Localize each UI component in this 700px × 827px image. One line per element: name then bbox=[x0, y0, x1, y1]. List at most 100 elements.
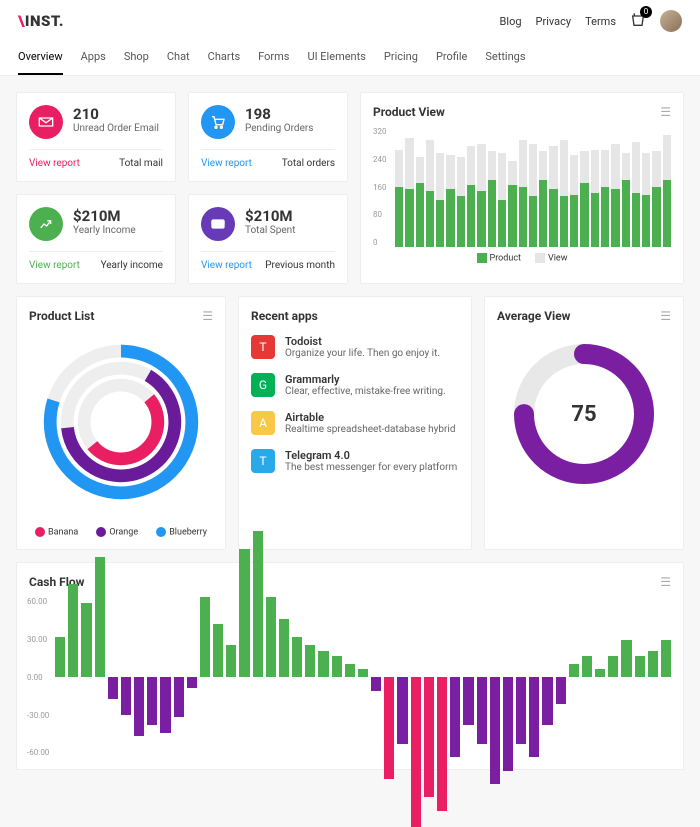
cash-bar bbox=[147, 597, 157, 757]
stat-card-pending-orders: 198Pending Orders View reportTotal order… bbox=[188, 92, 348, 182]
app-item[interactable]: A Airtable Realtime spreadsheet-database… bbox=[251, 411, 459, 435]
cash-bar bbox=[81, 597, 91, 757]
cash-bar bbox=[569, 597, 579, 757]
bar bbox=[477, 127, 485, 247]
app-item[interactable]: T Todoist Organize your life. Then go en… bbox=[251, 335, 459, 359]
bar bbox=[508, 127, 516, 247]
chart-up-icon bbox=[29, 207, 63, 241]
bar bbox=[560, 127, 568, 247]
app-icon: T bbox=[251, 335, 275, 359]
nav-blog[interactable]: Blog bbox=[500, 15, 522, 28]
card-menu-icon[interactable]: ☰ bbox=[660, 105, 671, 119]
card-menu-icon[interactable]: ☰ bbox=[202, 309, 213, 323]
tab-overview[interactable]: Overview bbox=[18, 42, 63, 75]
cash-bar bbox=[477, 597, 487, 757]
view-report-link[interactable]: View report bbox=[29, 158, 80, 169]
cash-bar bbox=[55, 597, 65, 757]
bar bbox=[457, 127, 465, 247]
app-item[interactable]: G Grammarly Clear, effective, mistake-fr… bbox=[251, 373, 459, 397]
cash-bar bbox=[582, 597, 592, 757]
cash-bar bbox=[187, 597, 197, 757]
cash-bar bbox=[279, 597, 289, 757]
product-list-card: Product List☰ Banana Orange Blueberry bbox=[16, 296, 226, 550]
cash-bar bbox=[239, 597, 249, 757]
donut-chart bbox=[36, 337, 206, 507]
cash-bar bbox=[490, 597, 500, 757]
bar bbox=[426, 127, 434, 247]
app-name: Todoist bbox=[285, 335, 440, 348]
cash-bar bbox=[200, 597, 210, 757]
cash-bar bbox=[305, 597, 315, 757]
cash-flow-card: Cash Flow☰ 60.0030.000.00-30.00-60.00 bbox=[16, 562, 684, 770]
bar bbox=[395, 127, 403, 247]
logo[interactable]: \INST. bbox=[18, 12, 64, 30]
cash-bar bbox=[608, 597, 618, 757]
card-menu-icon[interactable]: ☰ bbox=[660, 309, 671, 323]
bar bbox=[632, 127, 640, 247]
view-report-link[interactable]: View report bbox=[201, 260, 252, 271]
bar bbox=[539, 127, 547, 247]
view-report-link[interactable]: View report bbox=[29, 260, 80, 271]
stat-card-total-spent: $210MTotal Spent View reportPrevious mon… bbox=[188, 194, 348, 284]
bar bbox=[436, 127, 444, 247]
stat-card-yearly-income: $210MYearly Income View reportYearly inc… bbox=[16, 194, 176, 284]
cash-bar bbox=[371, 597, 381, 757]
app-icon: G bbox=[251, 373, 275, 397]
tab-forms[interactable]: Forms bbox=[258, 42, 289, 75]
cash-bar bbox=[318, 597, 328, 757]
view-report-link[interactable]: View report bbox=[201, 158, 252, 169]
card-menu-icon[interactable]: ☰ bbox=[660, 575, 671, 589]
bar bbox=[405, 127, 413, 247]
credit-card-icon bbox=[201, 207, 235, 241]
tab-shop[interactable]: Shop bbox=[124, 42, 149, 75]
bar bbox=[488, 127, 496, 247]
tab-profile[interactable]: Profile bbox=[436, 42, 467, 75]
bar bbox=[622, 127, 630, 247]
cash-bar bbox=[542, 597, 552, 757]
cash-bar bbox=[253, 597, 263, 757]
cash-bar bbox=[134, 597, 144, 757]
bar bbox=[519, 127, 527, 247]
app-item[interactable]: T Telegram 4.0 The best messenger for ev… bbox=[251, 449, 459, 473]
bar bbox=[601, 127, 609, 247]
cash-bar bbox=[437, 597, 447, 757]
tab-pricing[interactable]: Pricing bbox=[384, 42, 418, 75]
cash-bar bbox=[121, 597, 131, 757]
bar bbox=[642, 127, 650, 247]
cash-bar bbox=[635, 597, 645, 757]
cart-badge: 0 bbox=[640, 6, 652, 18]
cash-bar bbox=[411, 597, 421, 757]
bar bbox=[498, 127, 506, 247]
cash-bar bbox=[503, 597, 513, 757]
cart-circle-icon bbox=[201, 105, 235, 139]
cart-icon[interactable]: 0 bbox=[630, 12, 646, 31]
cash-bar bbox=[450, 597, 460, 757]
nav-terms[interactable]: Terms bbox=[585, 15, 616, 28]
cash-bar bbox=[213, 597, 223, 757]
tab-ui-elements[interactable]: UI Elements bbox=[307, 42, 365, 75]
bar bbox=[549, 127, 557, 247]
bar bbox=[446, 127, 454, 247]
app-icon: T bbox=[251, 449, 275, 473]
bar bbox=[663, 127, 671, 247]
tab-chat[interactable]: Chat bbox=[167, 42, 190, 75]
avatar[interactable] bbox=[660, 10, 682, 32]
bar bbox=[416, 127, 424, 247]
cash-bar bbox=[358, 597, 368, 757]
nav-privacy[interactable]: Privacy bbox=[536, 15, 572, 28]
product-view-card: Product View ☰ 320240160800 Product View bbox=[360, 92, 684, 284]
tab-charts[interactable]: Charts bbox=[208, 42, 240, 75]
bar bbox=[611, 127, 619, 247]
mail-icon bbox=[29, 105, 63, 139]
cash-bar bbox=[266, 597, 276, 757]
cash-bar bbox=[397, 597, 407, 757]
cash-bar bbox=[226, 597, 236, 757]
app-name: Grammarly bbox=[285, 373, 446, 386]
cash-bar bbox=[621, 597, 631, 757]
tab-settings[interactable]: Settings bbox=[485, 42, 525, 75]
card-title: Product View bbox=[373, 105, 445, 119]
recent-apps-card: Recent apps T Todoist Organize your life… bbox=[238, 296, 472, 550]
app-desc: Organize your life. Then go enjoy it. bbox=[285, 348, 440, 359]
tab-apps[interactable]: Apps bbox=[81, 42, 106, 75]
stat-card-unread-email: 210Unread Order Email View reportTotal m… bbox=[16, 92, 176, 182]
